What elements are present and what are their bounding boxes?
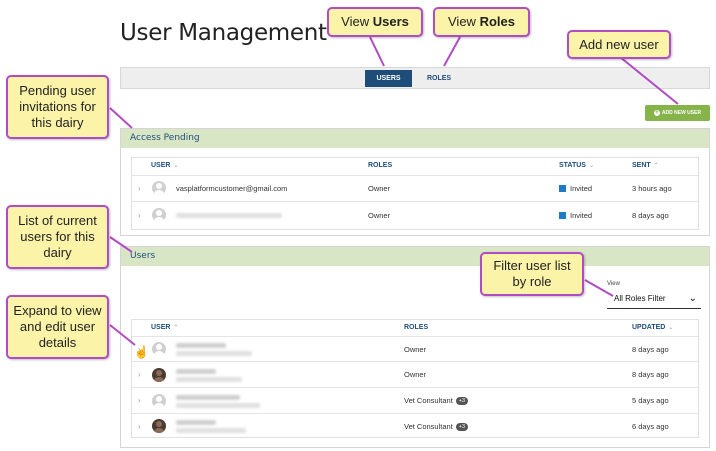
avatar [152,208,166,222]
table-row[interactable]: › vasplatformcustomer@gmail.com Owner In… [132,175,698,201]
extra-roles-badge: +3 [455,397,469,405]
callout-expand-details: Expand to view and edit user details [6,295,109,359]
redacted-name [176,369,216,374]
pending-table: USER ⌄ ROLES STATUS ⌄ SENT ⌃ › vasplatformc… [131,157,699,230]
pending-user-role: Owner [368,184,391,193]
pending-col-sent[interactable]: SENT ⌃ [632,162,659,169]
role-filter-label: View [607,281,620,287]
chevron-down-icon: ⌄ [688,293,697,304]
user-role: Owner [404,345,427,354]
sort-icon: ⌄ [588,163,594,169]
hand-cursor-icon: ☝ [134,345,149,359]
expand-chevron-icon[interactable]: › [138,396,141,405]
avatar [152,419,166,433]
sort-icon: ⌄ [668,325,674,331]
table-row[interactable]: › Vet Consultant +3 6 days ago [132,413,698,438]
expand-chevron-icon[interactable]: › [138,184,141,193]
users-table: USER ⌃ ROLES UPDATED ⌄ › Owner 8 days ago … [131,319,699,438]
sort-up-icon: ⌃ [173,325,179,331]
plus-icon: + [653,110,660,116]
connector-view-users [369,36,385,67]
pending-user-status: Invited [559,184,592,193]
redacted-name [176,420,216,425]
callout-filter-by-role: Filter user list by role [480,252,584,296]
redacted-email [176,351,252,356]
redacted-name [176,343,226,348]
callout-view-users: View Users [327,7,423,37]
avatar [152,342,166,356]
user-updated: 8 days ago [632,345,669,354]
access-pending-title: Access Pending [121,129,709,148]
users-col-updated[interactable]: UPDATED ⌄ [632,324,673,331]
redacted-email [176,377,242,382]
add-new-user-button[interactable]: + ADD NEW USER [645,105,710,121]
users-col-roles: ROLES [404,324,429,331]
callout-add-new-user: Add new user [567,30,671,59]
access-pending-panel: Access Pending USER ⌄ ROLES STATUS ⌄ SENT ⌃… [120,128,710,236]
table-row[interactable]: › Owner Invited 8 days ago [132,201,698,229]
pending-user-status: Invited [559,211,592,220]
table-row[interactable]: › Owner 8 days ago [132,361,698,387]
pending-user-sent: 3 hours ago [632,184,672,193]
pending-user-email: vasplatformcustomer@gmail.com [176,184,288,193]
pending-user-role: Owner [368,211,391,220]
redacted-email [176,213,282,218]
user-updated: 5 days ago [632,396,669,405]
redacted-email [176,403,260,408]
tab-roles[interactable]: ROLES [417,70,461,87]
expand-chevron-icon[interactable]: › [138,370,141,379]
user-updated: 6 days ago [632,422,669,431]
add-new-user-label: ADD NEW USER [661,110,702,116]
avatar [152,181,166,195]
user-role: Owner [404,370,427,379]
callout-pending-invitations: Pending user invitations for this dairy [6,75,109,139]
role-filter-select[interactable]: All Roles Filter ⌄ [607,291,701,309]
user-updated: 8 days ago [632,370,669,379]
tab-bar: USERS ROLES [120,67,710,89]
tab-users[interactable]: USERS [365,70,412,87]
callout-view-roles: View Roles [433,7,530,37]
avatar [152,394,166,408]
user-role: Vet Consultant +3 [404,396,469,405]
sort-up-icon: ⌃ [653,163,659,169]
callout-current-users: List of current users for this dairy [6,205,109,269]
table-row[interactable]: › Owner 8 days ago [132,336,698,361]
users-col-user[interactable]: USER ⌃ [151,324,178,331]
users-panel: Users USER ⌃ ROLES UPDATED ⌄ › Owner 8 day… [120,246,710,448]
extra-roles-badge: +3 [455,423,469,431]
avatar [152,368,166,382]
expand-chevron-icon[interactable]: › [138,422,141,431]
sort-icon: ⌄ [173,163,179,169]
status-icon [559,212,566,219]
status-icon [559,185,566,192]
pending-col-status[interactable]: STATUS ⌄ [559,162,594,169]
redacted-name [176,395,240,400]
pending-user-sent: 8 days ago [632,211,669,220]
redacted-email [176,428,246,433]
connector-view-roles [443,36,461,67]
pending-col-roles: ROLES [368,162,393,169]
page-title: User Management [120,20,327,46]
users-title: Users [121,247,709,266]
expand-chevron-icon[interactable]: › [138,211,141,220]
pending-col-user[interactable]: USER ⌄ [151,162,178,169]
user-role: Vet Consultant +3 [404,422,469,431]
connector-pending [109,107,133,129]
table-row[interactable]: › Vet Consultant +3 5 days ago [132,387,698,413]
